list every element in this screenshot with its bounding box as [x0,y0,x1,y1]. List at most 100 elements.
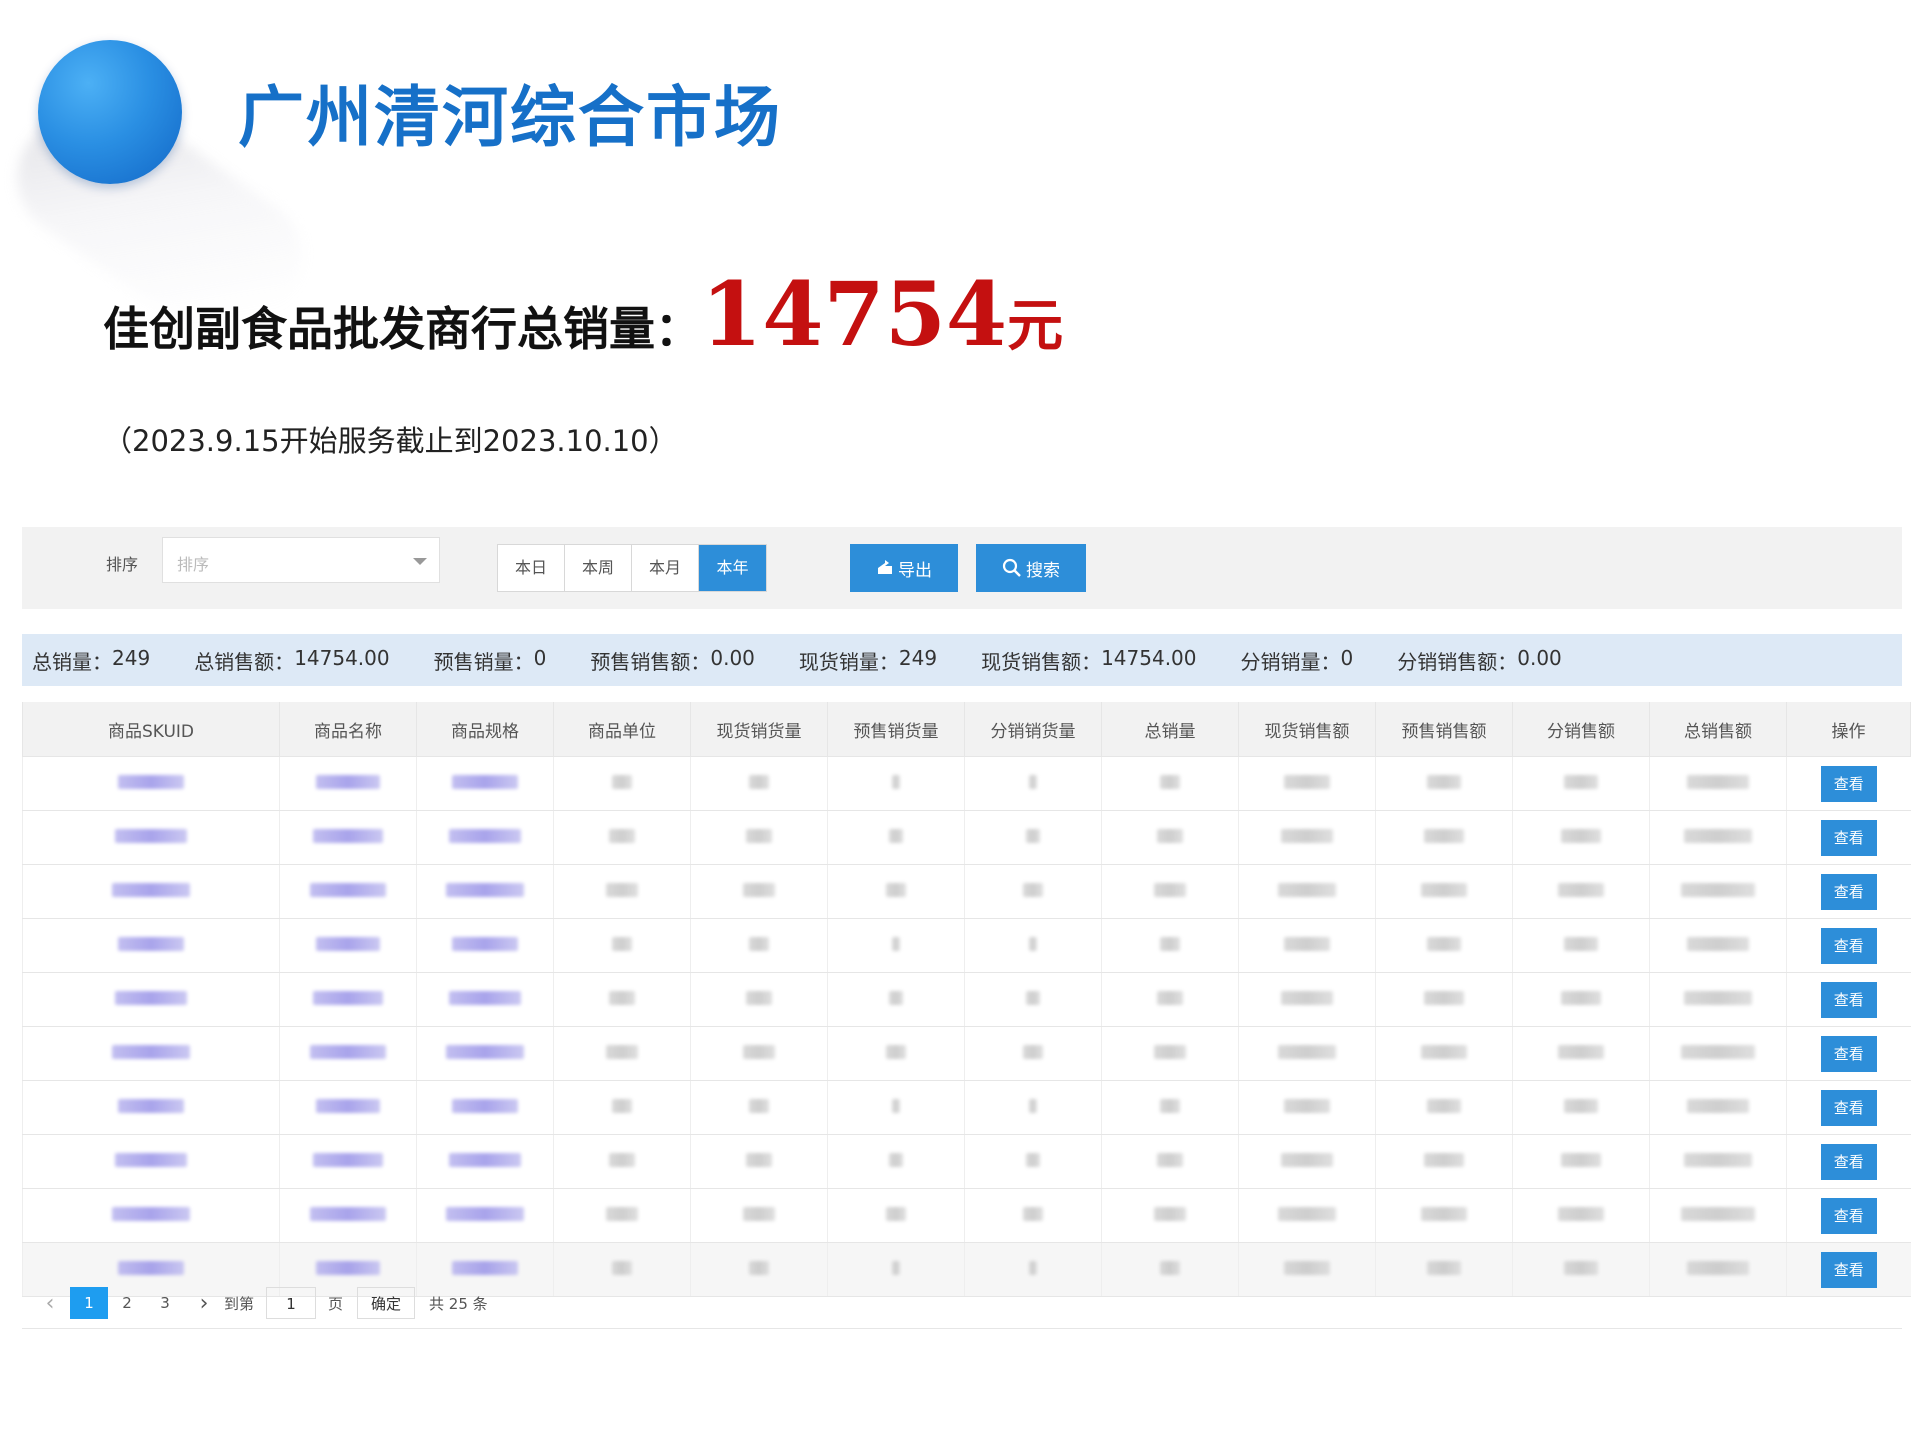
redacted-value [310,883,386,897]
view-button[interactable]: 查看 [1820,765,1877,802]
cell-distribution-qty [964,972,1102,1027]
summary-bar: 总销量： 249 总销售额： 14754.00 预售销量： 0 预售销售额： 0.00 … [22,634,1902,686]
search-label: 搜索 [1026,560,1060,581]
col-header-spec[interactable]: 商品规格 [416,702,554,757]
view-button[interactable]: 查看 [1820,1143,1877,1180]
cell-total-amount [1649,810,1787,865]
export-button[interactable]: 导出 [850,544,958,592]
cell-presale-qty [827,1134,965,1189]
period-month-button[interactable]: 本月 [632,545,699,591]
goto-confirm-button[interactable]: 确定 [357,1287,416,1319]
cell-presale-amount [1375,918,1513,973]
cell-total-qty [1101,810,1239,865]
cell-presale-amount [1375,810,1513,865]
table-row: 查看 [22,864,1911,919]
goto-page-input[interactable]: 1 [266,1287,317,1319]
view-button[interactable]: 查看 [1820,873,1877,910]
period-today-button[interactable]: 本日 [498,545,565,591]
cell-action: 查看 [1786,1080,1911,1135]
export-icon [876,559,894,577]
cell-name [279,810,417,865]
col-header-skuid[interactable]: 商品SKUID [22,702,280,757]
cell-name [279,1026,417,1081]
redacted-value [452,775,518,789]
redacted-value [1687,1099,1749,1113]
col-header-spot-amount[interactable]: 现货销售额 [1238,702,1376,757]
period-week-button[interactable]: 本周 [565,545,632,591]
redacted-value [1687,937,1749,951]
page-2-button[interactable]: 2 [108,1287,146,1319]
view-button[interactable]: 查看 [1820,1035,1877,1072]
redacted-value [1157,829,1183,843]
redacted-value [889,829,903,843]
cell-distribution-amount [1512,1134,1650,1189]
redacted-value [892,1261,900,1275]
cell-distribution-amount [1512,1188,1650,1243]
cell-distribution-amount [1512,756,1650,811]
period-year-button[interactable]: 本年 [699,545,766,591]
redacted-value [1029,1261,1037,1275]
redacted-value [606,883,638,897]
view-button[interactable]: 查看 [1820,1197,1877,1234]
view-button[interactable]: 查看 [1820,819,1877,856]
redacted-value [1281,829,1333,843]
redacted-value [112,1045,190,1059]
redacted-value [743,1045,775,1059]
summary-spot-qty: 现货销量： 249 [798,645,938,674]
redacted-value [1026,829,1040,843]
redacted-value [1029,1099,1037,1113]
cell-total-amount [1649,1188,1787,1243]
col-header-unit[interactable]: 商品单位 [553,702,691,757]
col-header-presale-qty[interactable]: 预售销货量 [827,702,965,757]
total-count: 共 25 条 [429,1294,488,1313]
redacted-value [1427,937,1461,951]
market-title: 广州清河综合市场 [238,78,782,156]
view-button[interactable]: 查看 [1820,1089,1877,1126]
cell-presale-amount [1375,1188,1513,1243]
cell-distribution-amount [1512,864,1650,919]
redacted-value [452,1261,518,1275]
cell-total-amount [1649,756,1787,811]
cell-distribution-amount [1512,918,1650,973]
redacted-value [316,937,380,951]
col-header-name[interactable]: 商品名称 [279,702,417,757]
cell-action: 查看 [1786,918,1911,973]
page-3-button[interactable]: 3 [146,1287,184,1319]
chevron-right-icon[interactable]: › [184,1291,224,1316]
page-unit-label: 页 [328,1294,344,1313]
redacted-value [316,1099,380,1113]
col-header-total-amount[interactable]: 总销售额 [1649,702,1787,757]
redacted-value [115,991,187,1005]
redacted-value [115,829,187,843]
redacted-value [1681,1045,1755,1059]
redacted-value [1154,1045,1186,1059]
cell-spot-qty [690,918,828,973]
cell-spot-qty [690,1134,828,1189]
redacted-value [449,991,521,1005]
cell-distribution-qty [964,1134,1102,1189]
cell-skuid [22,864,280,919]
redacted-value [449,1153,521,1167]
col-header-distribution-qty[interactable]: 分销销货量 [964,702,1102,757]
redacted-value [1558,883,1604,897]
col-header-action: 操作 [1786,702,1911,757]
cell-skuid [22,756,280,811]
table-row: 查看 [22,918,1911,973]
cell-distribution-qty [964,756,1102,811]
page-1-button[interactable]: 1 [70,1287,108,1319]
redacted-value [1278,883,1336,897]
sort-select[interactable]: 排序 [162,537,440,583]
cell-spot-qty [690,972,828,1027]
redacted-value [1284,775,1330,789]
redacted-value [1684,1153,1752,1167]
col-header-presale-amount[interactable]: 预售销售额 [1375,702,1513,757]
view-button[interactable]: 查看 [1820,981,1877,1018]
view-button[interactable]: 查看 [1820,927,1877,964]
cell-presale-amount [1375,1134,1513,1189]
col-header-total-qty[interactable]: 总销量 [1101,702,1239,757]
col-header-distribution-amount[interactable]: 分销售额 [1512,702,1650,757]
chevron-left-icon[interactable]: ‹ [30,1291,70,1316]
search-button[interactable]: 搜索 [976,544,1086,592]
col-header-spot-qty[interactable]: 现货销货量 [690,702,828,757]
redacted-value [892,1099,900,1113]
